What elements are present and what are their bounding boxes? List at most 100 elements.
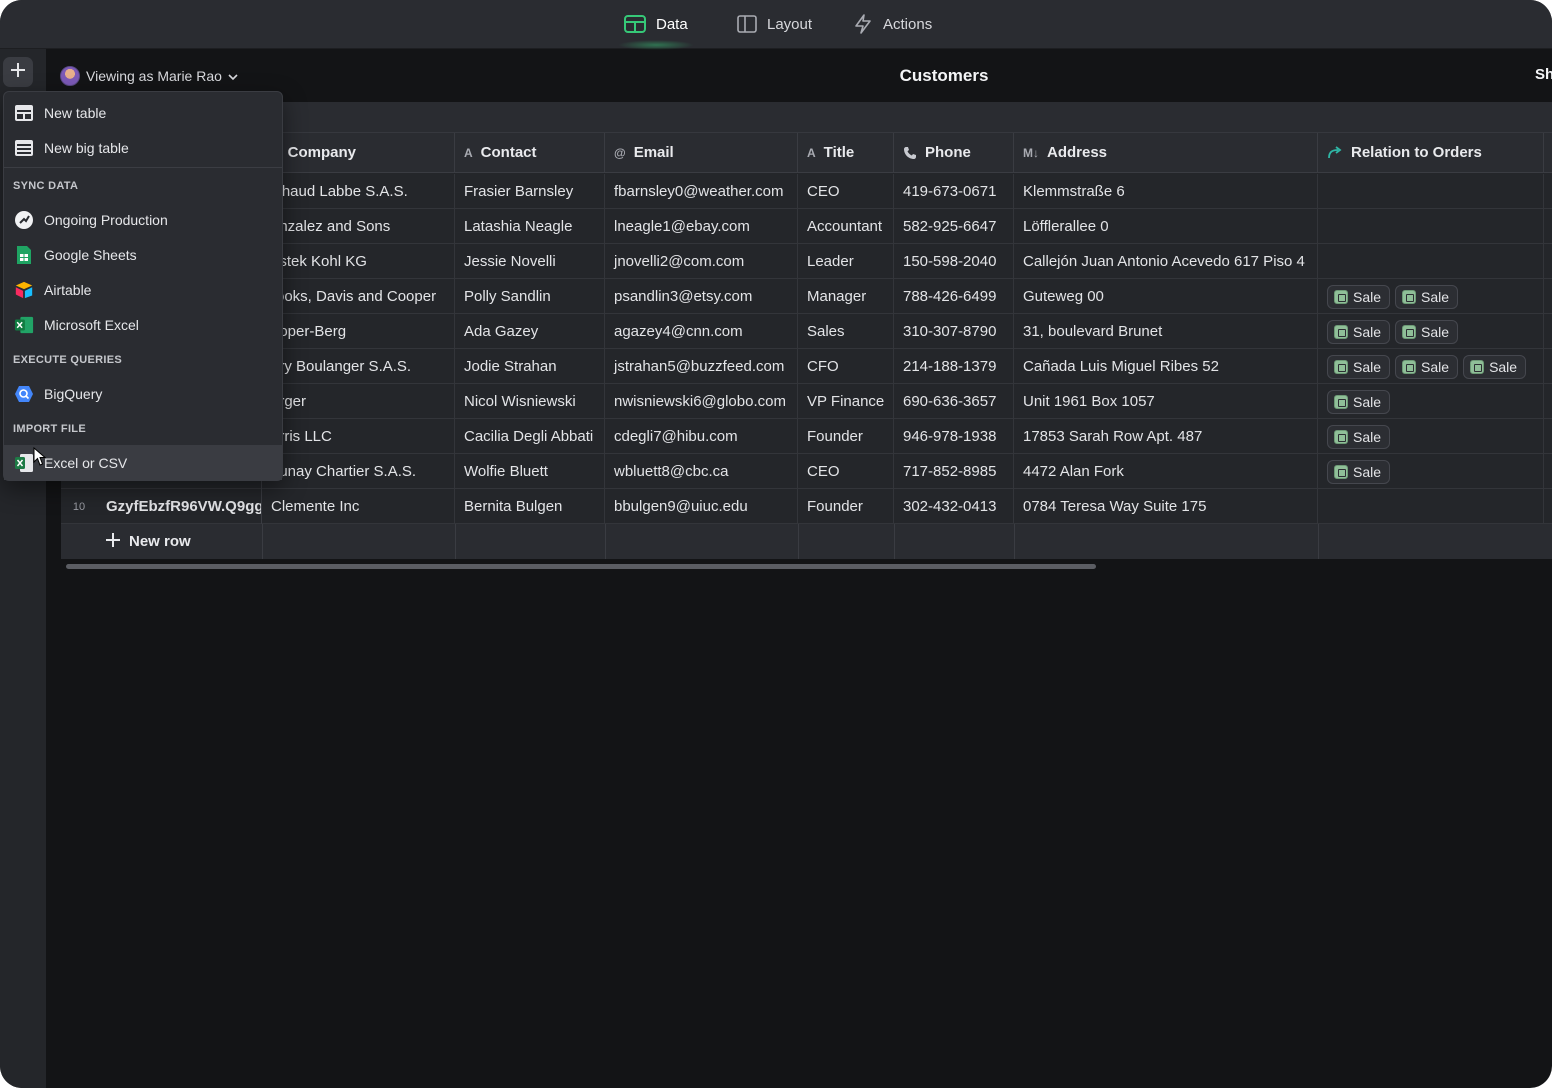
order-chip[interactable]: Sale (1463, 354, 1527, 379)
company-cell[interactable]: orris LLC (262, 419, 455, 454)
column-header-relation-to-orders[interactable]: Relation to Orders (1318, 133, 1544, 173)
address-cell[interactable]: Unit 1961 Box 1057 (1014, 384, 1318, 419)
table-row[interactable]: erger Nicol Wisniewski nwisniewski6@globo.… (61, 384, 1552, 419)
contact-cell[interactable]: Latashia Neagle (455, 209, 605, 244)
company-cell[interactable]: Clemente Inc (262, 489, 455, 524)
company-cell[interactable]: aunay Chartier S.A.S. (262, 454, 455, 489)
contact-cell[interactable]: Bernita Bulgen (455, 489, 605, 524)
email-cell[interactable]: jstrahan5@buzzfeed.com (605, 349, 798, 384)
title-cell[interactable]: CFO (798, 349, 894, 384)
table-row[interactable]: rooks, Davis and Cooper Polly Sandlin psan… (61, 279, 1552, 314)
order-chip[interactable]: Sale (1395, 354, 1459, 379)
address-cell[interactable]: 31, boulevard Brunet (1014, 314, 1318, 349)
address-cell[interactable]: Cañada Luis Miguel Ribes 52 (1014, 349, 1318, 384)
relation-to-orders-cell[interactable]: Sale Sale (1318, 279, 1544, 314)
order-chip[interactable]: Sale (1395, 319, 1459, 344)
email-cell[interactable]: lneagle1@ebay.com (605, 209, 798, 244)
table-row[interactable]: ary Boulanger S.A.S. Jodie Strahan jstraha… (61, 349, 1552, 384)
address-cell[interactable]: Guteweg 00 (1014, 279, 1318, 314)
address-cell[interactable]: Klemmstraße 6 (1014, 174, 1318, 209)
table-row[interactable]: ooper-Berg Ada Gazey agazey4@cnn.com Sales 3… (61, 314, 1552, 349)
menu-item-bigquery[interactable]: BigQuery (4, 376, 282, 411)
menu-item-microsoft-excel[interactable]: Microsoft Excel (4, 307, 282, 342)
table-row[interactable]: onzalez and Sons Latashia Neagle lneagle1@… (61, 209, 1552, 244)
title-cell[interactable]: Leader (798, 244, 894, 279)
add-button[interactable] (3, 57, 33, 87)
contact-cell[interactable]: Cacilia Degli Abbati (455, 419, 605, 454)
email-cell[interactable]: fbarnsley0@weather.com (605, 174, 798, 209)
column-header-email[interactable]: @ Email (605, 133, 798, 173)
menu-item-ongoing-production[interactable]: Ongoing Production (4, 202, 282, 237)
phone-cell[interactable]: 690-636-3657 (894, 384, 1014, 419)
contact-cell[interactable]: Jessie Novelli (455, 244, 605, 279)
new-row-button[interactable]: New row (105, 524, 191, 559)
address-cell[interactable]: 4472 Alan Fork (1014, 454, 1318, 489)
tab-actions[interactable]: Actions (853, 0, 932, 48)
company-cell[interactable]: ichaud Labbe S.A.S. (262, 174, 455, 209)
title-cell[interactable]: Accountant (798, 209, 894, 244)
email-cell[interactable]: cdegli7@hibu.com (605, 419, 798, 454)
order-chip[interactable]: Sale (1327, 354, 1391, 379)
phone-cell[interactable]: 310-307-8790 (894, 314, 1014, 349)
email-cell[interactable]: psandlin3@etsy.com (605, 279, 798, 314)
title-cell[interactable]: CEO (798, 454, 894, 489)
column-header-address[interactable]: M↓ Address (1014, 133, 1318, 173)
address-cell[interactable]: 17853 Sarah Row Apt. 487 (1014, 419, 1318, 454)
company-cell[interactable]: ary Boulanger S.A.S. (262, 349, 455, 384)
tab-layout[interactable]: Layout (737, 0, 812, 48)
relation-to-orders-cell[interactable] (1318, 244, 1544, 279)
company-cell[interactable]: ooper-Berg (262, 314, 455, 349)
address-cell[interactable]: Callejón Juan Antonio Acevedo 617 Piso 4 (1014, 244, 1318, 279)
order-chip[interactable]: Sale (1327, 284, 1391, 309)
order-chip[interactable]: Sale (1395, 284, 1459, 309)
table-row[interactable]: ichaud Labbe S.A.S. Frasier Barnsley fbarn… (61, 174, 1552, 209)
email-cell[interactable]: agazey4@cnn.com (605, 314, 798, 349)
column-header-title[interactable]: A Title (798, 133, 894, 173)
menu-item-new-big-table[interactable]: New big table (4, 130, 282, 165)
contact-cell[interactable]: Frasier Barnsley (455, 174, 605, 209)
column-header-phone[interactable]: Phone (894, 133, 1014, 173)
table-row[interactable]: ustek Kohl KG Jessie Novelli jnovelli2@com… (61, 244, 1552, 279)
relation-to-orders-cell[interactable]: Sale (1318, 384, 1544, 419)
table-row[interactable]: orris LLC Cacilia Degli Abbati cdegli7@hib… (61, 419, 1552, 454)
company-cell[interactable]: onzalez and Sons (262, 209, 455, 244)
column-header-contact[interactable]: A Contact (455, 133, 605, 173)
column-header-company[interactable]: A Company (262, 133, 455, 173)
company-cell[interactable]: rooks, Davis and Cooper (262, 279, 455, 314)
contact-cell[interactable]: Nicol Wisniewski (455, 384, 605, 419)
relation-to-orders-cell[interactable]: Sale Sale (1318, 314, 1544, 349)
title-cell[interactable]: Sales (798, 314, 894, 349)
phone-cell[interactable]: 717-852-8985 (894, 454, 1014, 489)
address-cell[interactable]: Löfflerallee 0 (1014, 209, 1318, 244)
phone-cell[interactable]: 946-978-1938 (894, 419, 1014, 454)
phone-cell[interactable]: 419-673-0671 (894, 174, 1014, 209)
contact-cell[interactable]: Polly Sandlin (455, 279, 605, 314)
table-row[interactable]: 10 GzyfEbzfR96VW.Q9gg Clemente Inc Bernita … (61, 489, 1552, 524)
menu-item-google-sheets[interactable]: Google Sheets (4, 237, 282, 272)
title-cell[interactable]: CEO (798, 174, 894, 209)
relation-to-orders-cell[interactable]: Sale Sale Sale (1318, 349, 1544, 384)
address-cell[interactable]: 0784 Teresa Way Suite 175 (1014, 489, 1318, 524)
phone-cell[interactable]: 302-432-0413 (894, 489, 1014, 524)
relation-to-orders-cell[interactable] (1318, 174, 1544, 209)
menu-item-new-table[interactable]: New table (4, 95, 282, 130)
title-cell[interactable]: Founder (798, 489, 894, 524)
relation-to-orders-cell[interactable]: Sale (1318, 419, 1544, 454)
contact-cell[interactable]: Ada Gazey (455, 314, 605, 349)
order-chip[interactable]: Sale (1327, 319, 1391, 344)
title-cell[interactable]: Founder (798, 419, 894, 454)
phone-cell[interactable]: 788-426-6499 (894, 279, 1014, 314)
company-cell[interactable]: ustek Kohl KG (262, 244, 455, 279)
order-chip[interactable]: Sale (1327, 459, 1391, 484)
relation-to-orders-cell[interactable] (1318, 209, 1544, 244)
title-cell[interactable]: Manager (798, 279, 894, 314)
row-id-cell[interactable]: GzyfEbzfR96VW.Q9gg (97, 489, 262, 524)
contact-cell[interactable]: Wolfie Bluett (455, 454, 605, 489)
phone-cell[interactable]: 582-925-6647 (894, 209, 1014, 244)
email-cell[interactable]: wbluett8@cbc.ca (605, 454, 798, 489)
phone-cell[interactable]: 214-188-1379 (894, 349, 1014, 384)
order-chip[interactable]: Sale (1327, 424, 1391, 449)
menu-item-airtable[interactable]: Airtable (4, 272, 282, 307)
share-button[interactable]: Sh (1535, 66, 1552, 83)
viewing-as-selector[interactable]: Viewing as Marie Rao (60, 64, 238, 88)
